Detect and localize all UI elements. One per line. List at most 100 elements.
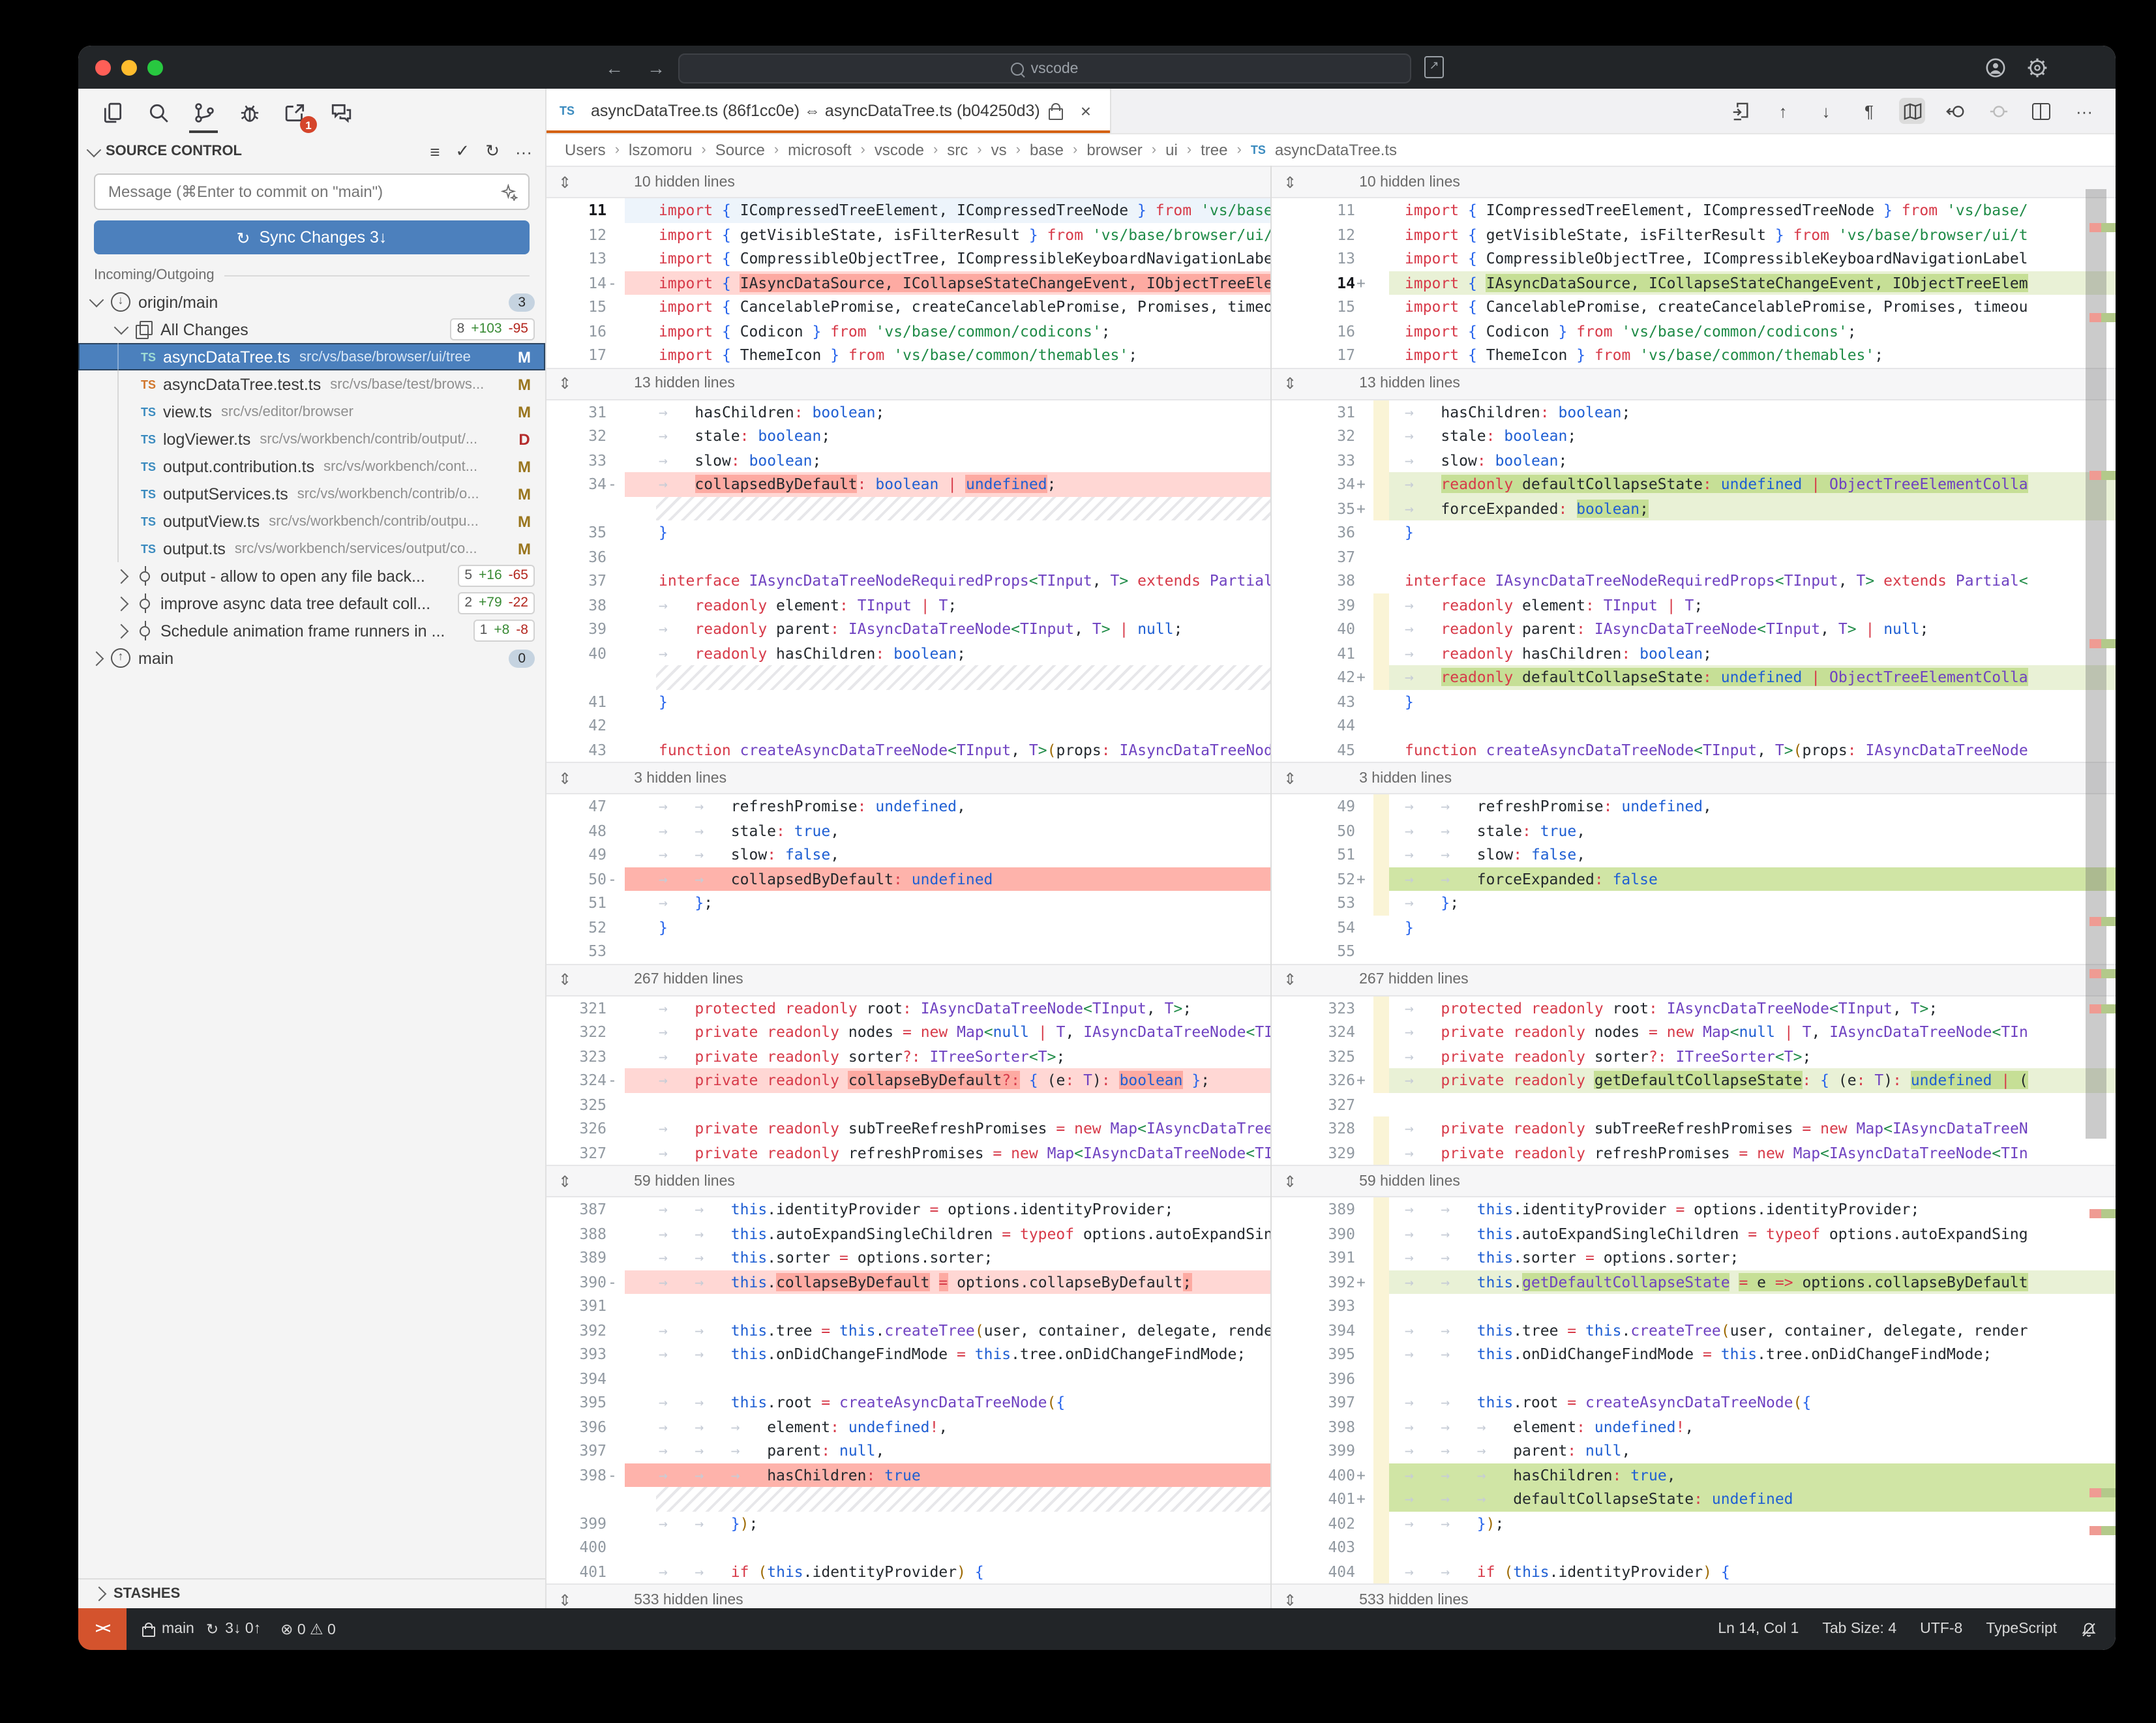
search-view-icon[interactable] (140, 93, 176, 132)
chevron-right-icon (89, 650, 104, 666)
encoding-item[interactable]: UTF-8 (1920, 1621, 1962, 1637)
hidden-lines-band[interactable]: ⇕ 13 hidden lines (546, 367, 1270, 400)
diff-line: 17 import { ThemeIcon } from 'vs/base/com… (588, 346, 1138, 364)
breadcrumb-item[interactable]: browser (1086, 141, 1142, 159)
nav-forward-icon[interactable]: → (647, 57, 665, 78)
branch-status-item[interactable]: main ↻ 3↓ 0↑ (142, 1620, 261, 1638)
breadcrumb-item[interactable]: base (1030, 141, 1064, 159)
tab-bar: TS asyncDataTree.ts (86f1cc0e) ⇔ asyncDa… (546, 89, 2116, 134)
hidden-lines-band[interactable]: ⇕ 533 hidden lines (546, 1583, 1270, 1608)
hidden-lines-band[interactable]: ⇕ 59 hidden lines (546, 1165, 1270, 1197)
account-icon[interactable] (1985, 57, 2006, 78)
breadcrumb-item[interactable]: vs (991, 141, 1007, 159)
diff-original-pane[interactable]: ⇕ 10 hidden lines 11 import { ICompressedTr… (546, 166, 1272, 1608)
hidden-lines-band[interactable]: ⇕ 59 hidden lines (1272, 1165, 2116, 1197)
cursor-position-item[interactable]: Ln 14, Col 1 (1718, 1621, 1799, 1637)
diff-modified-pane[interactable]: ⇕ 10 hidden lines 11 import { ICompressedTr… (1272, 166, 2116, 1608)
breadcrumb-item[interactable]: tree (1201, 141, 1227, 159)
next-change-icon[interactable]: ↓ (1813, 98, 1839, 124)
remote-explorer-icon[interactable]: 1 (277, 93, 317, 133)
commit-check-icon[interactable]: ✓ (455, 141, 470, 162)
scm-file-row[interactable]: TS view.ts src/vs/editor/browser M (78, 398, 545, 425)
open-new-window-icon[interactable]: ↗ (1424, 56, 1444, 78)
diff-line: 32 → stale: boolean; (588, 427, 831, 445)
view-as-list-icon[interactable]: ≡ (430, 142, 440, 161)
hidden-lines-band[interactable]: ⇕ 533 hidden lines (1272, 1583, 2116, 1608)
sparkle-icon[interactable] (501, 183, 518, 200)
diff-line: 44 (1337, 716, 1355, 734)
chat-view-icon[interactable] (322, 93, 359, 132)
breadcrumb-item[interactable]: microsoft (788, 141, 851, 159)
whitespace-toggle-icon[interactable]: ¶ (1856, 98, 1882, 124)
more-actions-icon[interactable]: ··· (515, 142, 532, 161)
zoom-window-button[interactable] (147, 59, 163, 75)
open-file-icon[interactable] (1727, 98, 1753, 124)
source-control-view-icon[interactable] (185, 93, 222, 133)
swap-sides-icon[interactable] (1985, 98, 2011, 124)
settings-gear-icon[interactable] (2027, 57, 2048, 78)
split-editor-icon[interactable] (2028, 98, 2054, 124)
close-tab-icon[interactable]: × (1081, 100, 1091, 121)
more-editor-actions-icon[interactable]: ··· (2071, 98, 2097, 124)
commit-message-box[interactable] (94, 173, 530, 210)
breadcrumb[interactable]: Users › lszomoru › Source › microsoft › vscode › s… (546, 134, 2116, 166)
scm-file-row[interactable]: TS output.contribution.ts src/vs/workbench… (78, 453, 545, 480)
run-debug-icon[interactable] (231, 93, 267, 132)
diff-line: 398- → → → hasChildren: true (546, 1463, 1270, 1487)
breadcrumb-item[interactable]: asyncDataTree.ts (1275, 141, 1397, 159)
scm-branch-row[interactable]: ↑ main 0 (78, 644, 545, 672)
diff-line: 54} (1337, 918, 1414, 936)
close-window-button[interactable] (95, 59, 111, 75)
scm-file-row[interactable]: TS output.ts src/vs/workbench/services/out… (78, 535, 545, 562)
diff-line: 37 interface IAsyncDataTreeNodeRequiredPr… (588, 571, 1270, 590)
incoming-outgoing-section[interactable]: Incoming/Outgoing (78, 260, 545, 288)
chevron-down-icon (89, 292, 104, 308)
explorer-icon[interactable] (94, 93, 130, 132)
scm-commit-row[interactable]: improve async data tree default coll... 2… (78, 590, 545, 617)
sync-changes-button[interactable]: ↻ Sync Changes 3↓ (94, 220, 530, 254)
inline-view-toggle-icon[interactable] (1942, 98, 1968, 124)
command-center[interactable]: vscode (678, 53, 1411, 83)
nav-back-icon[interactable]: ← (605, 57, 623, 78)
chevron-right-icon (113, 595, 129, 611)
source-control-header[interactable]: SOURCE CONTROL ≡ ✓ ↻ ··· (78, 136, 545, 167)
scm-file-row[interactable]: TS asyncDataTree.ts src/vs/base/browser/ui… (78, 343, 545, 370)
hidden-lines-band[interactable]: ⇕ 10 hidden lines (1272, 166, 2116, 198)
commit-message-input[interactable] (106, 181, 501, 202)
language-mode-item[interactable]: TypeScript (1986, 1621, 2057, 1637)
collapse-unchanged-regions-icon[interactable] (1899, 98, 1925, 124)
breadcrumb-item[interactable]: src (947, 141, 968, 159)
previous-change-icon[interactable]: ↑ (1770, 98, 1796, 124)
scm-commit-row[interactable]: Schedule animation frame runners in ... 1… (78, 617, 545, 644)
refresh-icon[interactable]: ↻ (485, 141, 500, 162)
problems-status-item[interactable]: ⊗ 0 ⚠ 0 (280, 1620, 336, 1638)
hidden-lines-band[interactable]: ⇕ 267 hidden lines (546, 963, 1270, 996)
remote-indicator[interactable]: >< (78, 1608, 127, 1650)
indentation-item[interactable]: Tab Size: 4 (1822, 1621, 1896, 1637)
tab-diff-asyncdatatree[interactable]: TS asyncDataTree.ts (86f1cc0e) ⇔ asyncDa… (546, 89, 1111, 133)
scm-tree: ↓ origin/main 3 All Changes 8 +103 -95 TS asyncD… (78, 288, 545, 1578)
scm-file-row[interactable]: TS asyncDataTree.test.ts src/vs/base/test/… (78, 370, 545, 398)
hidden-lines-band[interactable]: ⇕ 3 hidden lines (546, 762, 1270, 794)
hidden-lines-band[interactable]: ⇕ 13 hidden lines (1272, 367, 2116, 400)
breadcrumb-item[interactable]: Users (565, 141, 606, 159)
hidden-lines-band[interactable]: ⇕ 267 hidden lines (1272, 963, 2116, 996)
diff-line: 45 function createAsyncDataTreeNode<TInpu… (1337, 740, 2028, 758)
stashes-section[interactable]: STASHES (78, 1578, 545, 1608)
breadcrumb-item[interactable]: lszomoru (629, 141, 692, 159)
minimize-window-button[interactable] (121, 59, 137, 75)
notifications-bell-icon[interactable] (2080, 1621, 2097, 1638)
hidden-lines-band[interactable]: ⇕ 3 hidden lines (1272, 762, 2116, 794)
diff-line: 392 → → this.tree = this.createTree(user,… (579, 1321, 1270, 1339)
scm-file-row[interactable]: TS logViewer.ts src/vs/workbench/contrib/o… (78, 425, 545, 453)
hidden-lines-band[interactable]: ⇕ 10 hidden lines (546, 166, 1270, 198)
scm-group-row[interactable]: All Changes 8 +103 -95 (78, 316, 545, 343)
breadcrumb-item[interactable]: vscode (875, 141, 924, 159)
scm-file-row[interactable]: TS outputServices.ts src/vs/workbench/cont… (78, 480, 545, 507)
breadcrumb-item[interactable]: Source (715, 141, 765, 159)
scm-commit-row[interactable]: output - allow to open any file back... 5… (78, 562, 545, 590)
chevron-right-icon (113, 568, 129, 584)
scm-file-row[interactable]: TS outputView.ts src/vs/workbench/contrib/… (78, 507, 545, 535)
scm-branch-row[interactable]: ↓ origin/main 3 (78, 288, 545, 316)
breadcrumb-item[interactable]: ui (1165, 141, 1178, 159)
